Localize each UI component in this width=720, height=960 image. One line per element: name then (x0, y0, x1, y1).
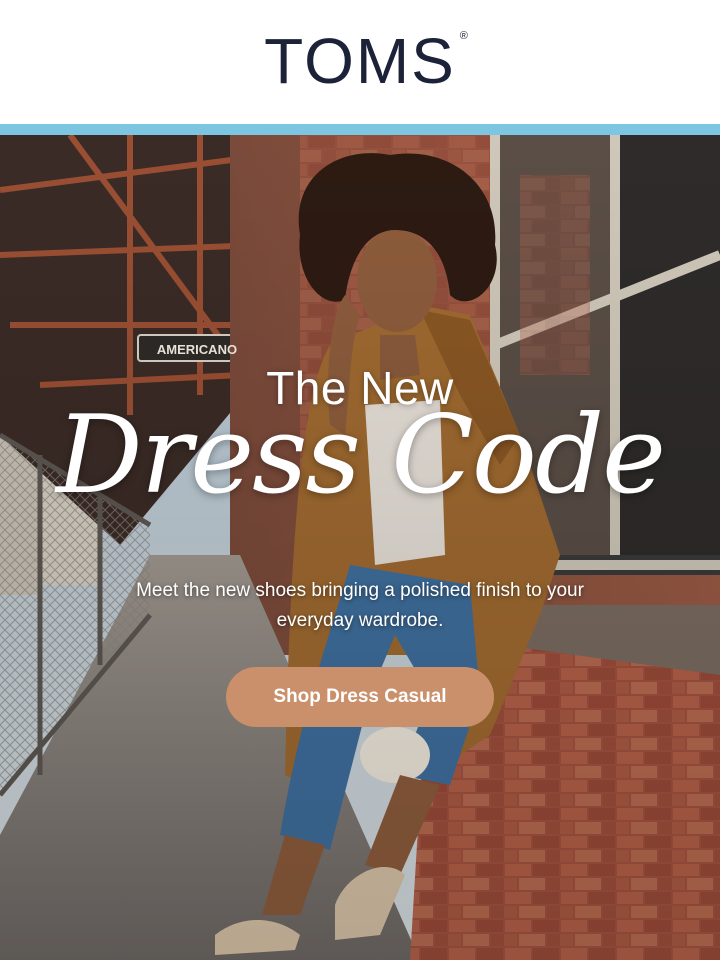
registered-mark: ® (459, 30, 468, 42)
headline-dress-code: Dress Code (55, 393, 666, 518)
brand-wordmark: TOMS (264, 25, 456, 97)
hero-banner[interactable]: AMERICANO The New Dress Code Meet the ne… (0, 135, 720, 960)
email-page: TOMS ® AMERICANO The New Dress Code Meet… (0, 0, 720, 960)
hero-subtext: Meet the new shoes bringing a polished f… (136, 580, 584, 631)
americano-sign-text: AMERICANO (157, 342, 237, 357)
brand-logo[interactable]: TOMS ® (264, 29, 468, 93)
accent-divider (0, 124, 720, 135)
hero-photo: AMERICANO (0, 135, 720, 960)
shop-dress-casual-button[interactable]: Shop Dress Casual (226, 667, 494, 727)
email-header: TOMS ® (0, 0, 720, 124)
